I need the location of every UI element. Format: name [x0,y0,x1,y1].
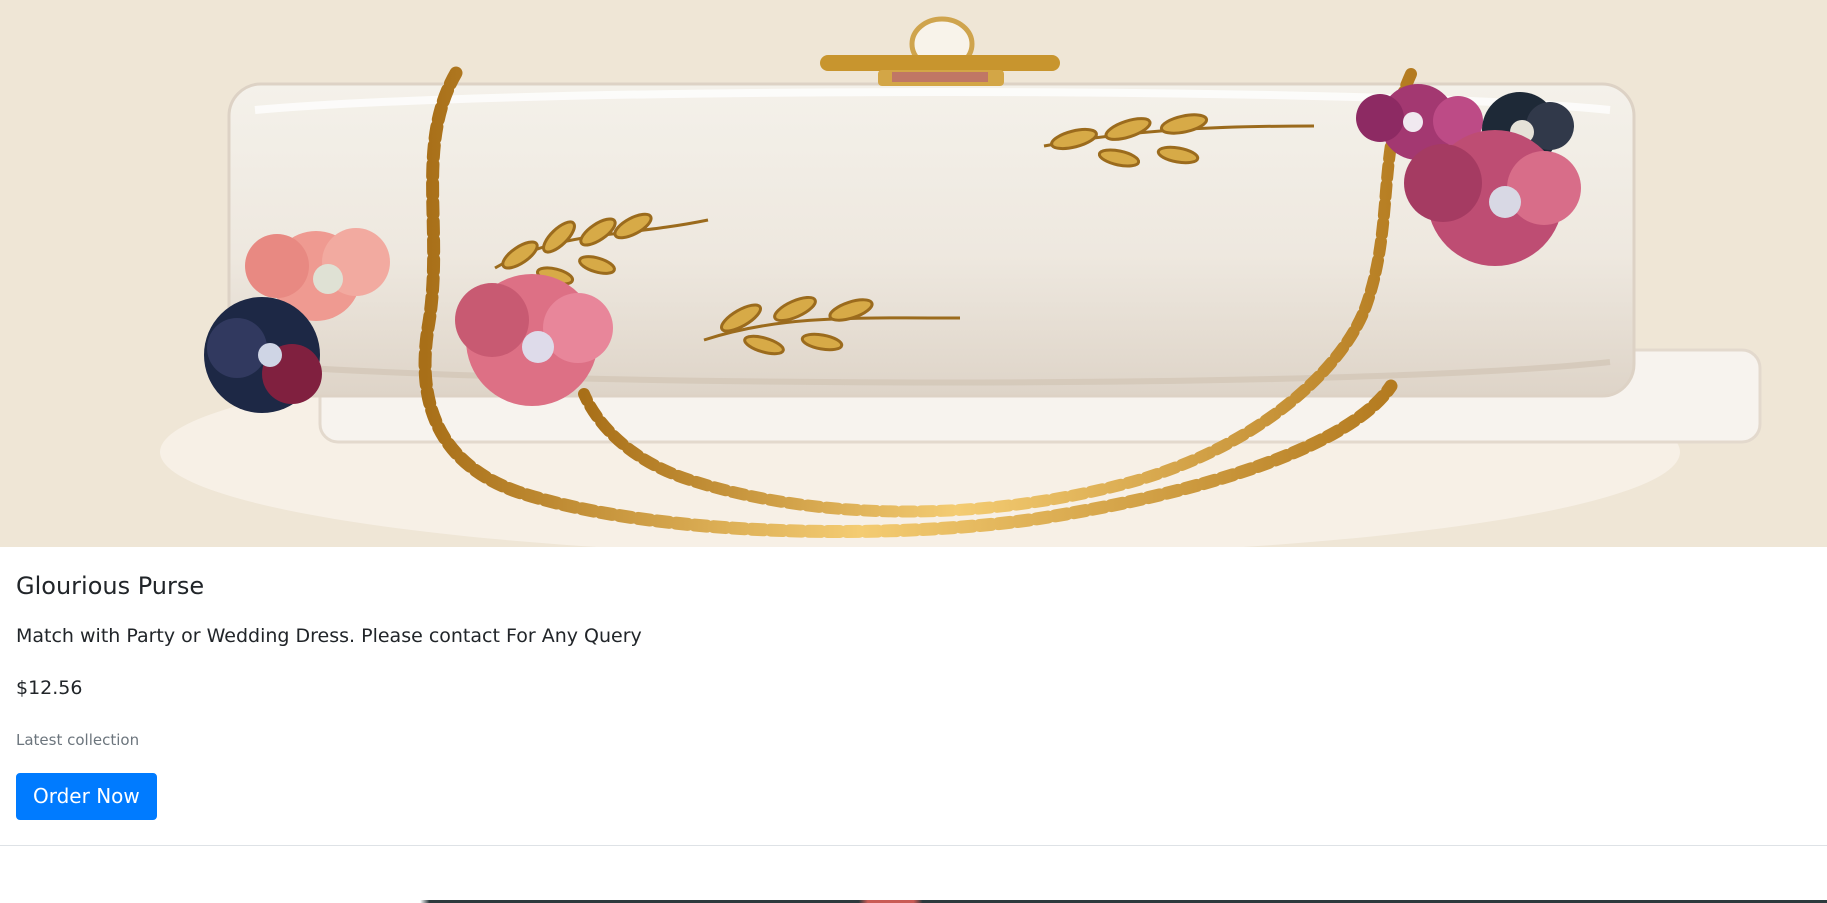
product-title: Glourious Purse [16,572,205,600]
order-now-button[interactable]: Order Now [16,773,157,820]
card-divider [0,845,1827,846]
collection-note: Latest collection [16,731,140,749]
product-card: Glourious Purse Match with Party or Wedd… [0,0,1827,903]
product-image [0,0,1827,547]
product-price: $12.56 [16,677,83,699]
product-description: Match with Party or Wedding Dress. Pleas… [16,625,642,647]
